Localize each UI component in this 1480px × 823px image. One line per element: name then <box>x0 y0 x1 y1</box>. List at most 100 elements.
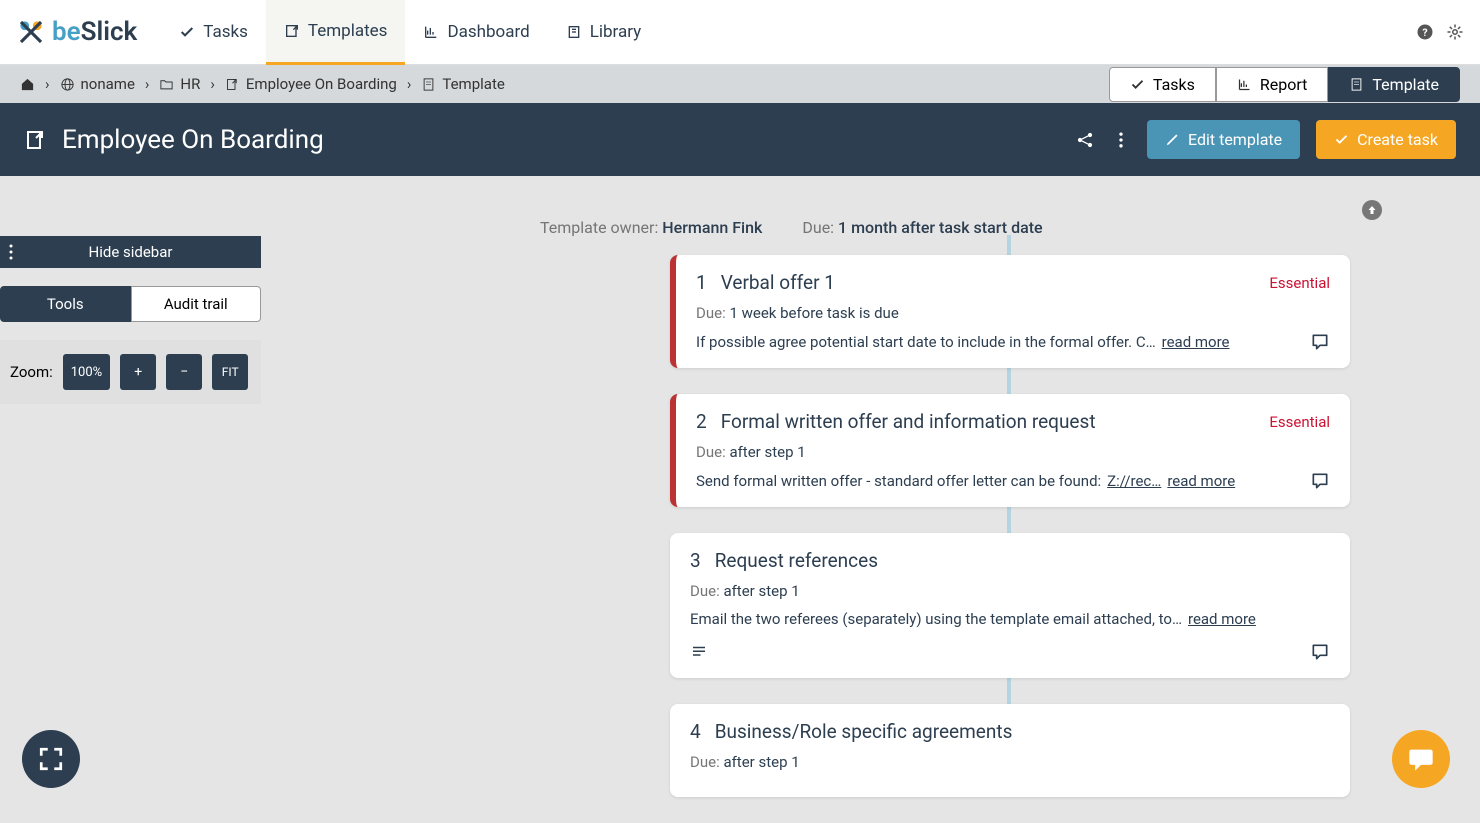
task-due-value: after step 1 <box>729 443 805 461</box>
breadcrumb-folder[interactable]: HR <box>159 75 200 93</box>
template-due-value: 1 month after task start date <box>838 218 1043 237</box>
share-icon[interactable] <box>1075 130 1095 150</box>
breadcrumb-org[interactable]: noname <box>60 75 135 93</box>
task-description: Send formal written offer - standard off… <box>696 472 1101 490</box>
task-description: Email the two referees (separately) usin… <box>690 610 1182 628</box>
logo-slick: Slick <box>81 17 138 47</box>
edit-template-button[interactable]: Edit template <box>1147 120 1300 159</box>
view-tab-report-label: Report <box>1260 75 1308 94</box>
task-number: 3 <box>690 549 701 572</box>
nav-tasks[interactable]: Tasks <box>161 0 266 65</box>
chevron-right-icon: › <box>145 75 150 93</box>
template-icon <box>284 23 300 39</box>
view-tab-tasks-label: Tasks <box>1153 75 1195 94</box>
task-card[interactable]: 2 Formal written offer and information r… <box>670 394 1350 507</box>
page-title: Employee On Boarding <box>24 125 324 155</box>
comment-icon[interactable] <box>1310 471 1330 491</box>
fullscreen-button[interactable] <box>22 730 80 788</box>
view-tab-template-label: Template <box>1372 75 1439 94</box>
chat-icon <box>1407 745 1435 773</box>
svg-text:?: ? <box>1422 26 1427 39</box>
breadcrumb: › noname › HR › Employee On Boarding › T… <box>20 75 505 93</box>
task-title: Formal written offer and information req… <box>721 410 1256 433</box>
read-more-link[interactable]: read more <box>1167 472 1235 490</box>
task-link[interactable]: Z://rec… <box>1107 472 1161 490</box>
folder-icon <box>159 77 174 92</box>
view-tab-template[interactable]: Template <box>1328 67 1460 102</box>
template-icon <box>225 77 240 92</box>
task-list: 1 Verbal offer 1 Essential Due: 1 week b… <box>670 255 1350 797</box>
nav-library-label: Library <box>590 22 641 42</box>
create-task-label: Create task <box>1357 130 1438 149</box>
create-task-button[interactable]: Create task <box>1316 120 1456 159</box>
nav-library[interactable]: Library <box>548 0 659 65</box>
task-due-label: Due: <box>696 304 726 322</box>
logo-be: be <box>52 17 81 47</box>
home-icon[interactable] <box>20 77 35 92</box>
task-due-value: after step 1 <box>723 582 799 600</box>
chevron-right-icon: › <box>45 75 50 93</box>
chart-icon <box>423 24 439 40</box>
task-due-label: Due: <box>690 753 720 771</box>
more-icon[interactable] <box>1111 130 1131 150</box>
page-title-text: Employee On Boarding <box>62 125 324 155</box>
task-due-value: after step 1 <box>723 753 799 771</box>
task-number: 1 <box>696 271 707 294</box>
breadcrumb-bar: › noname › HR › Employee On Boarding › T… <box>0 65 1480 103</box>
breadcrumb-folder-label: HR <box>180 75 200 93</box>
template-due-label: Due: <box>802 218 834 237</box>
task-card[interactable]: 3 Request references Due: after step 1 E… <box>670 533 1350 678</box>
view-tab-report[interactable]: Report <box>1216 67 1329 102</box>
task-title: Request references <box>715 549 1330 572</box>
nav-templates[interactable]: Templates <box>266 0 406 65</box>
comment-icon[interactable] <box>1310 332 1330 352</box>
breadcrumb-leaf: Template <box>421 75 504 93</box>
sidebar: Hide sidebar Tools Audit trail Zoom: 100… <box>0 236 261 404</box>
hide-sidebar-label: Hide sidebar <box>89 243 173 261</box>
logo-icon <box>16 17 46 47</box>
gear-icon[interactable] <box>1446 23 1464 41</box>
edit-template-label: Edit template <box>1188 130 1282 149</box>
zoom-percent-button[interactable]: 100% <box>63 354 110 390</box>
essential-badge: Essential <box>1269 274 1330 292</box>
task-card[interactable]: 4 Business/Role specific agreements Due:… <box>670 704 1350 797</box>
read-more-link[interactable]: read more <box>1162 333 1230 351</box>
task-card[interactable]: 1 Verbal offer 1 Essential Due: 1 week b… <box>670 255 1350 368</box>
task-due-value: 1 week before task is due <box>729 304 898 322</box>
task-title: Verbal offer 1 <box>721 271 1256 294</box>
zoom-fit-button[interactable]: FIT <box>212 354 248 390</box>
chart-icon <box>1237 77 1252 92</box>
breadcrumb-org-label: noname <box>81 75 135 93</box>
tool-tab-audit[interactable]: Audit trail <box>131 286 262 322</box>
hide-sidebar-button[interactable]: Hide sidebar <box>0 236 261 268</box>
main-content: Template owner: Hermann Fink Due: 1 mont… <box>280 218 1460 823</box>
nav-dashboard[interactable]: Dashboard <box>405 0 547 65</box>
nav-templates-label: Templates <box>308 21 388 41</box>
logo[interactable]: beSlick <box>16 17 137 47</box>
tool-tabs: Tools Audit trail <box>0 286 261 322</box>
template-metadata: Template owner: Hermann Fink Due: 1 mont… <box>280 218 1460 237</box>
help-icon[interactable]: ? <box>1416 23 1434 41</box>
comment-icon[interactable] <box>1310 642 1330 662</box>
task-due-label: Due: <box>696 443 726 461</box>
document-icon <box>1349 77 1364 92</box>
chat-button[interactable] <box>1392 730 1450 788</box>
scroll-up-button[interactable] <box>1362 200 1382 220</box>
check-icon <box>179 24 195 40</box>
chevron-right-icon: › <box>407 75 412 93</box>
zoom-label: Zoom: <box>10 363 53 381</box>
owner-label: Template owner: <box>540 218 658 237</box>
header-bar: Employee On Boarding Edit template Creat… <box>0 103 1480 176</box>
tool-tab-tools[interactable]: Tools <box>0 286 131 322</box>
task-number: 4 <box>690 720 701 743</box>
breadcrumb-template[interactable]: Employee On Boarding <box>225 75 397 93</box>
text-icon[interactable] <box>690 643 708 661</box>
pencil-icon <box>1165 132 1180 147</box>
view-tabs: Tasks Report Template <box>1109 67 1460 102</box>
zoom-out-button[interactable]: − <box>166 354 202 390</box>
breadcrumb-leaf-label: Template <box>442 75 504 93</box>
zoom-in-button[interactable]: + <box>120 354 156 390</box>
check-icon <box>1130 77 1145 92</box>
read-more-link[interactable]: read more <box>1188 610 1256 628</box>
view-tab-tasks[interactable]: Tasks <box>1109 67 1216 102</box>
